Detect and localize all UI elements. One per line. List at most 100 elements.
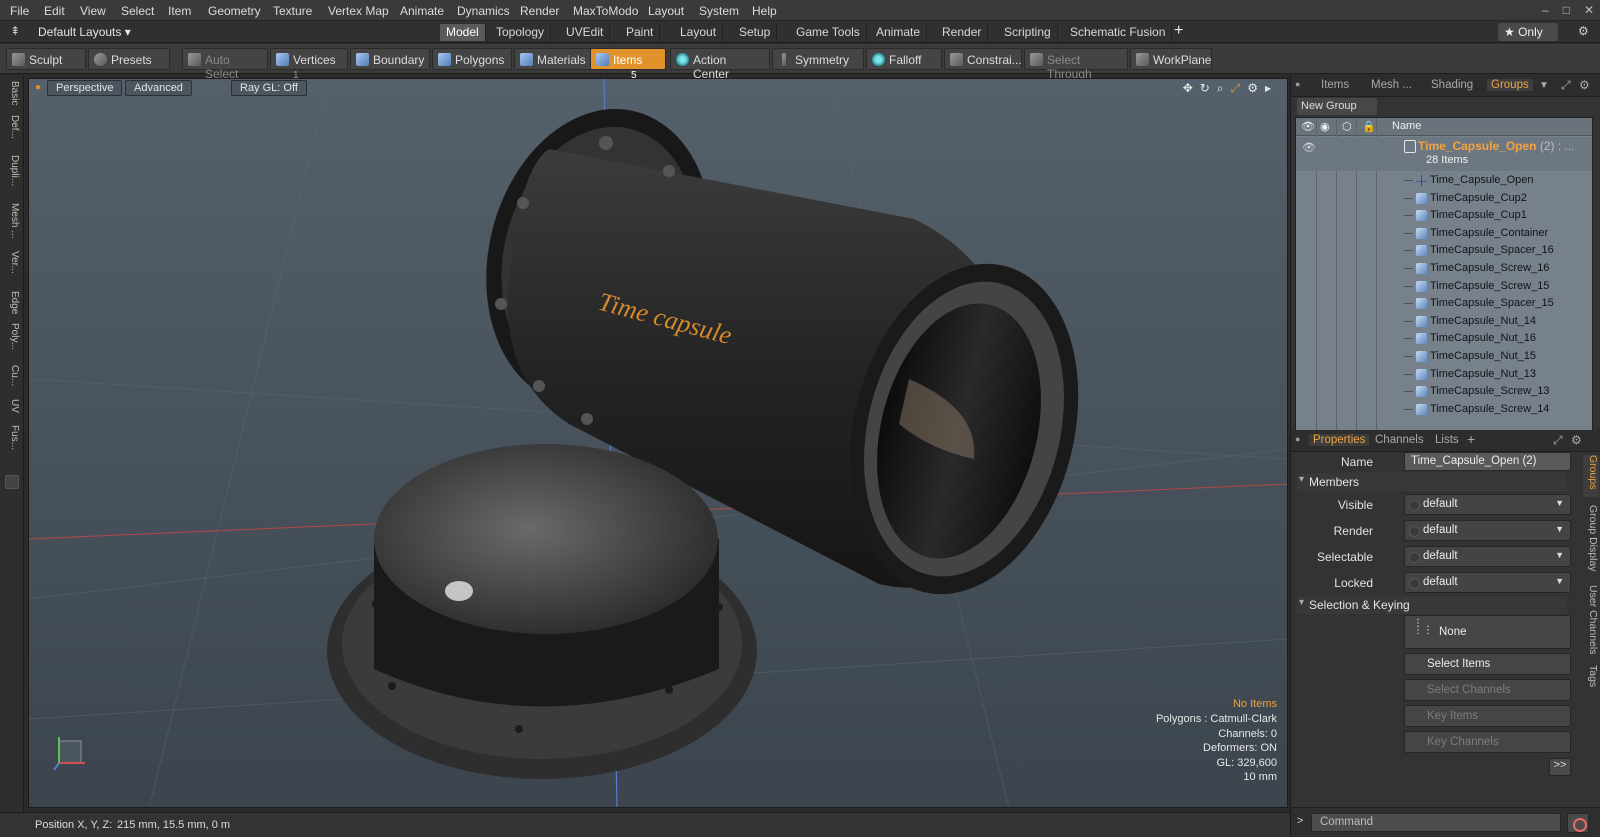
viewport-menu-dot[interactable]: ● — [35, 82, 41, 93]
tab-schematic-fusion[interactable]: Schematic Fusion — [1064, 24, 1173, 41]
constraints-button[interactable]: Constrai... — [944, 48, 1022, 70]
group-member-row[interactable]: TimeCapsule_Cup2 — [1296, 190, 1592, 207]
render-column-icon[interactable]: ◉ — [1320, 120, 1330, 133]
tab-mesh[interactable]: Mesh ... — [1367, 79, 1416, 91]
viewport-settings-gear-icon[interactable]: ⚙ — [1247, 81, 1258, 96]
visible-dropdown[interactable]: default ▼ — [1404, 494, 1571, 515]
raygl-toggle[interactable]: Ray GL: Off — [231, 80, 307, 96]
tab-render[interactable]: Render — [936, 24, 989, 41]
lefttab-polygon[interactable]: Poly... — [4, 323, 20, 361]
group-row[interactable]: 👁 Time_Capsule_Open (2) : ... 28 Items — [1296, 137, 1592, 171]
zoom-icon[interactable]: ⌕ — [1217, 81, 1224, 96]
lefttab-curve[interactable]: Cu... — [4, 365, 20, 395]
tab-shading[interactable]: Shading — [1427, 79, 1477, 91]
menu-layout[interactable]: Layout — [648, 4, 684, 18]
rotate-icon[interactable]: ↻ — [1200, 81, 1210, 96]
group-member-row[interactable]: TimeCapsule_Nut_16 — [1296, 330, 1592, 347]
lefttab-deform[interactable]: Def... — [4, 115, 20, 151]
locked-dropdown[interactable]: default ▼ — [1404, 572, 1571, 593]
name-field[interactable]: Time_Capsule_Open (2) — [1404, 452, 1571, 471]
boundary-button[interactable]: Boundary — [350, 48, 430, 70]
group-member-row[interactable]: TimeCapsule_Screw_15 — [1296, 278, 1592, 295]
maximize-icon[interactable]: □ — [1563, 3, 1570, 17]
view-mode-dropdown[interactable]: Perspective — [47, 80, 123, 96]
menu-geometry[interactable]: Geometry — [208, 4, 261, 18]
outliner-tabs-dropdown-icon[interactable]: ▼ — [1539, 80, 1549, 91]
none-button[interactable]: ⋮ ⋮⋮ None — [1404, 615, 1571, 649]
tab-topology[interactable]: Topology — [490, 24, 552, 41]
tab-groups[interactable]: Groups — [1487, 79, 1533, 91]
add-tab-icon[interactable]: + — [1174, 22, 1183, 40]
command-input[interactable]: Command — [1311, 813, 1561, 832]
lefttab-duplicate[interactable]: Dupli... — [4, 155, 20, 199]
polygons-button[interactable]: Polygons — [432, 48, 512, 70]
menu-help[interactable]: Help — [752, 4, 777, 18]
selectable-dropdown[interactable]: default ▼ — [1404, 546, 1571, 567]
tab-items[interactable]: Items — [1317, 79, 1353, 91]
auto-select-button[interactable]: Auto Select — [182, 48, 268, 81]
presets-button[interactable]: Presets — [88, 48, 170, 70]
menu-edit[interactable]: Edit — [44, 4, 65, 18]
select-items-button[interactable]: Select Items — [1404, 653, 1571, 675]
menu-select[interactable]: Select — [121, 4, 154, 18]
default-layouts-dropdown[interactable]: Default Layouts ▾ — [38, 25, 131, 39]
group-member-row[interactable]: TimeCapsule_Nut_14 — [1296, 313, 1592, 330]
tab-scripting[interactable]: Scripting — [998, 24, 1058, 41]
menu-item[interactable]: Item — [168, 4, 191, 18]
menu-file[interactable]: File — [10, 4, 29, 18]
group-member-row[interactable]: TimeCapsule_Spacer_16 — [1296, 242, 1592, 259]
properties-popout-icon[interactable]: ⤢ — [1553, 433, 1563, 448]
group-member-row[interactable]: TimeCapsule_Screw_16 — [1296, 260, 1592, 277]
visibility-column-eye-icon[interactable]: 👁 — [1301, 120, 1315, 133]
add-properties-tab-icon[interactable]: + — [1463, 431, 1479, 447]
lefttab-edge[interactable]: Edge — [4, 291, 20, 319]
members-section[interactable]: Members — [1297, 473, 1567, 491]
properties-menu-dot[interactable]: ● — [1295, 434, 1300, 444]
outliner-popout-icon[interactable]: ⤢ — [1561, 78, 1571, 93]
menu-render[interactable]: Render — [520, 4, 559, 18]
group-member-row[interactable]: TimeCapsule_Screw_14 — [1296, 401, 1592, 418]
workplane-button[interactable]: WorkPlane — [1130, 48, 1212, 70]
tab-channels[interactable]: Channels — [1371, 434, 1428, 446]
vertices-button[interactable]: Vertices 1 — [270, 48, 348, 81]
layout-menu-icon[interactable]: ⇞ — [10, 24, 20, 38]
fit-icon[interactable]: ⤢ — [1231, 81, 1241, 96]
lock-column-icon[interactable]: 🔒 — [1362, 120, 1376, 133]
group-member-row[interactable]: TimeCapsule_Nut_15 — [1296, 348, 1592, 365]
sidetab-tags[interactable]: Tags — [1583, 665, 1599, 695]
more-button[interactable]: >> — [1549, 758, 1571, 776]
render-dropdown[interactable]: default ▼ — [1404, 520, 1571, 541]
minimize-icon[interactable]: – — [1542, 3, 1549, 17]
sidetab-group-display[interactable]: Group Display — [1583, 505, 1599, 577]
tab-layout[interactable]: Layout — [674, 24, 724, 41]
tab-game-tools[interactable]: Game Tools — [790, 24, 867, 41]
lefttab-uv[interactable]: UV — [4, 399, 20, 421]
only-toggle[interactable]: ★ Only — [1498, 23, 1558, 41]
tab-properties[interactable]: Properties — [1309, 434, 1370, 446]
items-button[interactable]: Items 5 — [590, 48, 666, 81]
outliner-settings-gear-icon[interactable]: ⚙ — [1579, 78, 1590, 92]
lefttab-fusion[interactable]: Fus... — [4, 425, 20, 463]
materials-button[interactable]: Materials — [514, 48, 596, 70]
shading-dropdown[interactable]: Advanced — [125, 80, 192, 96]
symmetry-button[interactable]: Symmetry — [772, 48, 864, 70]
menu-maxtomodo[interactable]: MaxToModo — [573, 4, 638, 18]
pan-icon[interactable]: ✥ — [1183, 81, 1193, 96]
outliner-menu-dot[interactable]: ● — [1295, 79, 1300, 89]
layout-settings-gear-icon[interactable]: ⚙ — [1578, 24, 1589, 38]
menu-animate[interactable]: Animate — [400, 4, 444, 18]
name-column-header[interactable]: Name — [1392, 120, 1421, 132]
tab-paint[interactable]: Paint — [620, 24, 661, 41]
menu-dynamics[interactable]: Dynamics — [457, 4, 510, 18]
menu-texture[interactable]: Texture — [273, 4, 312, 18]
group-member-row[interactable]: Time_Capsule_Open — [1296, 172, 1592, 189]
lefttab-vertex[interactable]: Ver... — [4, 251, 20, 287]
sidetab-groups[interactable]: Groups — [1583, 455, 1599, 497]
close-icon[interactable]: ✕ — [1584, 3, 1594, 17]
group-visibility-eye-icon[interactable]: 👁 — [1302, 141, 1316, 154]
tab-lists[interactable]: Lists — [1431, 434, 1463, 446]
menu-view[interactable]: View — [80, 4, 106, 18]
record-macro-icon[interactable] — [1567, 813, 1589, 833]
tab-model[interactable]: Model — [440, 24, 486, 41]
select-column-icon[interactable]: ⬡ — [1342, 120, 1352, 133]
